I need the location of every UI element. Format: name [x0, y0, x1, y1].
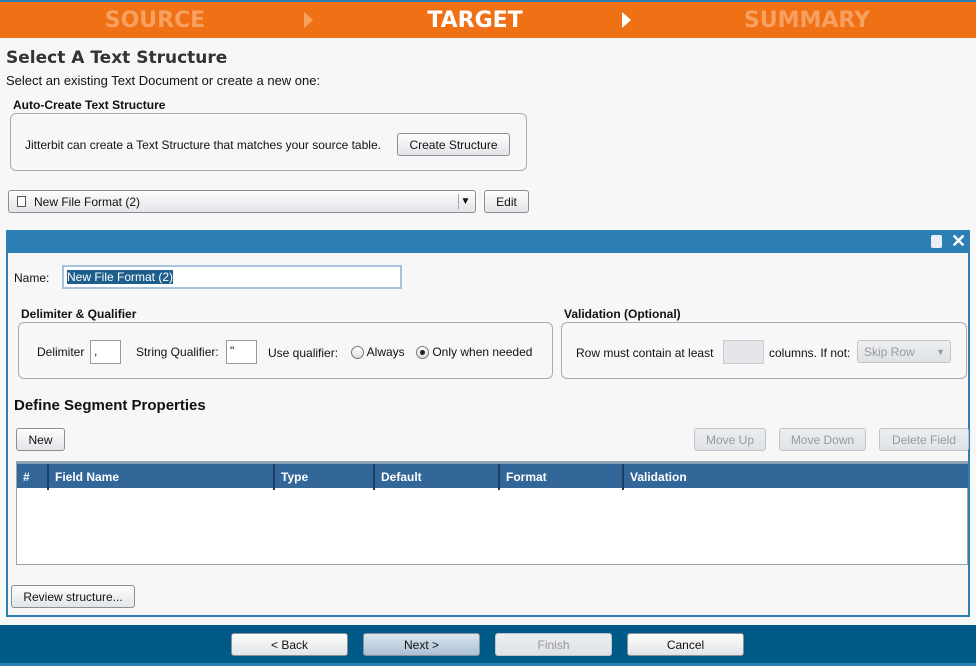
step-arrow-icon — [622, 12, 631, 28]
radio-icon — [351, 346, 364, 360]
page-subtitle: Select an existing Text Document or crea… — [6, 73, 321, 88]
delimiter-input[interactable]: , — [90, 340, 121, 364]
footer-bar — [0, 625, 976, 666]
document-icon — [17, 196, 26, 207]
back-button[interactable]: < Back — [231, 633, 348, 656]
wizard-steps: SOURCE TARGET SUMMARY — [0, 2, 976, 38]
name-input-value: New File Format (2) — [67, 270, 174, 284]
delimiter-heading: Delimiter & Qualifier — [21, 307, 137, 321]
column-header-number[interactable]: # — [17, 464, 47, 490]
radio-always[interactable]: Always — [351, 345, 405, 360]
step-source: SOURCE — [104, 8, 206, 33]
page-title: Select A Text Structure — [6, 48, 228, 68]
validation-heading: Validation (Optional) — [564, 307, 681, 321]
close-icon[interactable]: ✕ — [951, 231, 966, 252]
new-field-button[interactable]: New — [16, 428, 65, 451]
move-up-button[interactable]: Move Up — [694, 428, 766, 451]
chevron-down-icon: ▼ — [936, 346, 945, 357]
move-down-button[interactable]: Move Down — [779, 428, 866, 451]
fields-table: # Field Name Type Default Format Validat… — [16, 461, 968, 565]
save-icon[interactable] — [931, 235, 942, 248]
radio-selected-icon — [416, 346, 429, 360]
step-target: TARGET — [427, 8, 523, 33]
auto-create-heading: Auto-Create Text Structure — [13, 98, 166, 112]
chevron-down-icon: ▼ — [458, 194, 472, 209]
name-input[interactable]: New File Format (2) — [62, 265, 402, 289]
min-columns-input[interactable] — [723, 340, 764, 364]
segment-heading: Define Segment Properties — [14, 397, 206, 414]
structure-dropdown[interactable]: New File Format (2) ▼ — [8, 190, 476, 213]
cancel-button[interactable]: Cancel — [627, 633, 744, 656]
radio-only-when-needed[interactable]: Only when needed — [416, 345, 533, 360]
radio-always-label: Always — [366, 345, 405, 359]
column-header-format[interactable]: Format — [498, 464, 622, 490]
step-summary: SUMMARY — [743, 8, 871, 33]
if-not-dropdown[interactable]: Skip Row ▼ — [857, 340, 951, 363]
structure-dropdown-value: New File Format (2) — [34, 194, 141, 209]
finish-button[interactable]: Finish — [495, 633, 612, 656]
next-button[interactable]: Next > — [363, 633, 480, 656]
row-min-label: Row must contain at least — [576, 346, 714, 360]
column-header-validation[interactable]: Validation — [622, 464, 968, 490]
delimiter-label: Delimiter — [37, 345, 85, 359]
column-header-default[interactable]: Default — [373, 464, 498, 490]
edit-button[interactable]: Edit — [484, 190, 529, 213]
review-structure-button[interactable]: Review structure... — [11, 585, 135, 608]
delete-field-button[interactable]: Delete Field — [879, 428, 969, 451]
create-structure-button[interactable]: Create Structure — [397, 133, 510, 156]
step-arrow-icon — [304, 12, 313, 28]
name-label: Name: — [14, 271, 50, 285]
columns-if-not-label: columns. If not: — [769, 346, 851, 360]
table-header: # Field Name Type Default Format Validat… — [17, 462, 968, 490]
if-not-value: Skip Row — [864, 344, 915, 359]
auto-create-description: Jitterbit can create a Text Structure th… — [25, 138, 381, 152]
qualifier-label: String Qualifier: — [136, 345, 219, 359]
qualifier-input[interactable]: " — [226, 340, 257, 364]
column-header-type[interactable]: Type — [273, 464, 373, 490]
radio-only-when-needed-label: Only when needed — [432, 345, 533, 359]
panel-header: ✕ — [8, 231, 968, 253]
use-qualifier-label: Use qualifier: — [268, 346, 339, 360]
column-header-field-name[interactable]: Field Name — [47, 464, 273, 490]
